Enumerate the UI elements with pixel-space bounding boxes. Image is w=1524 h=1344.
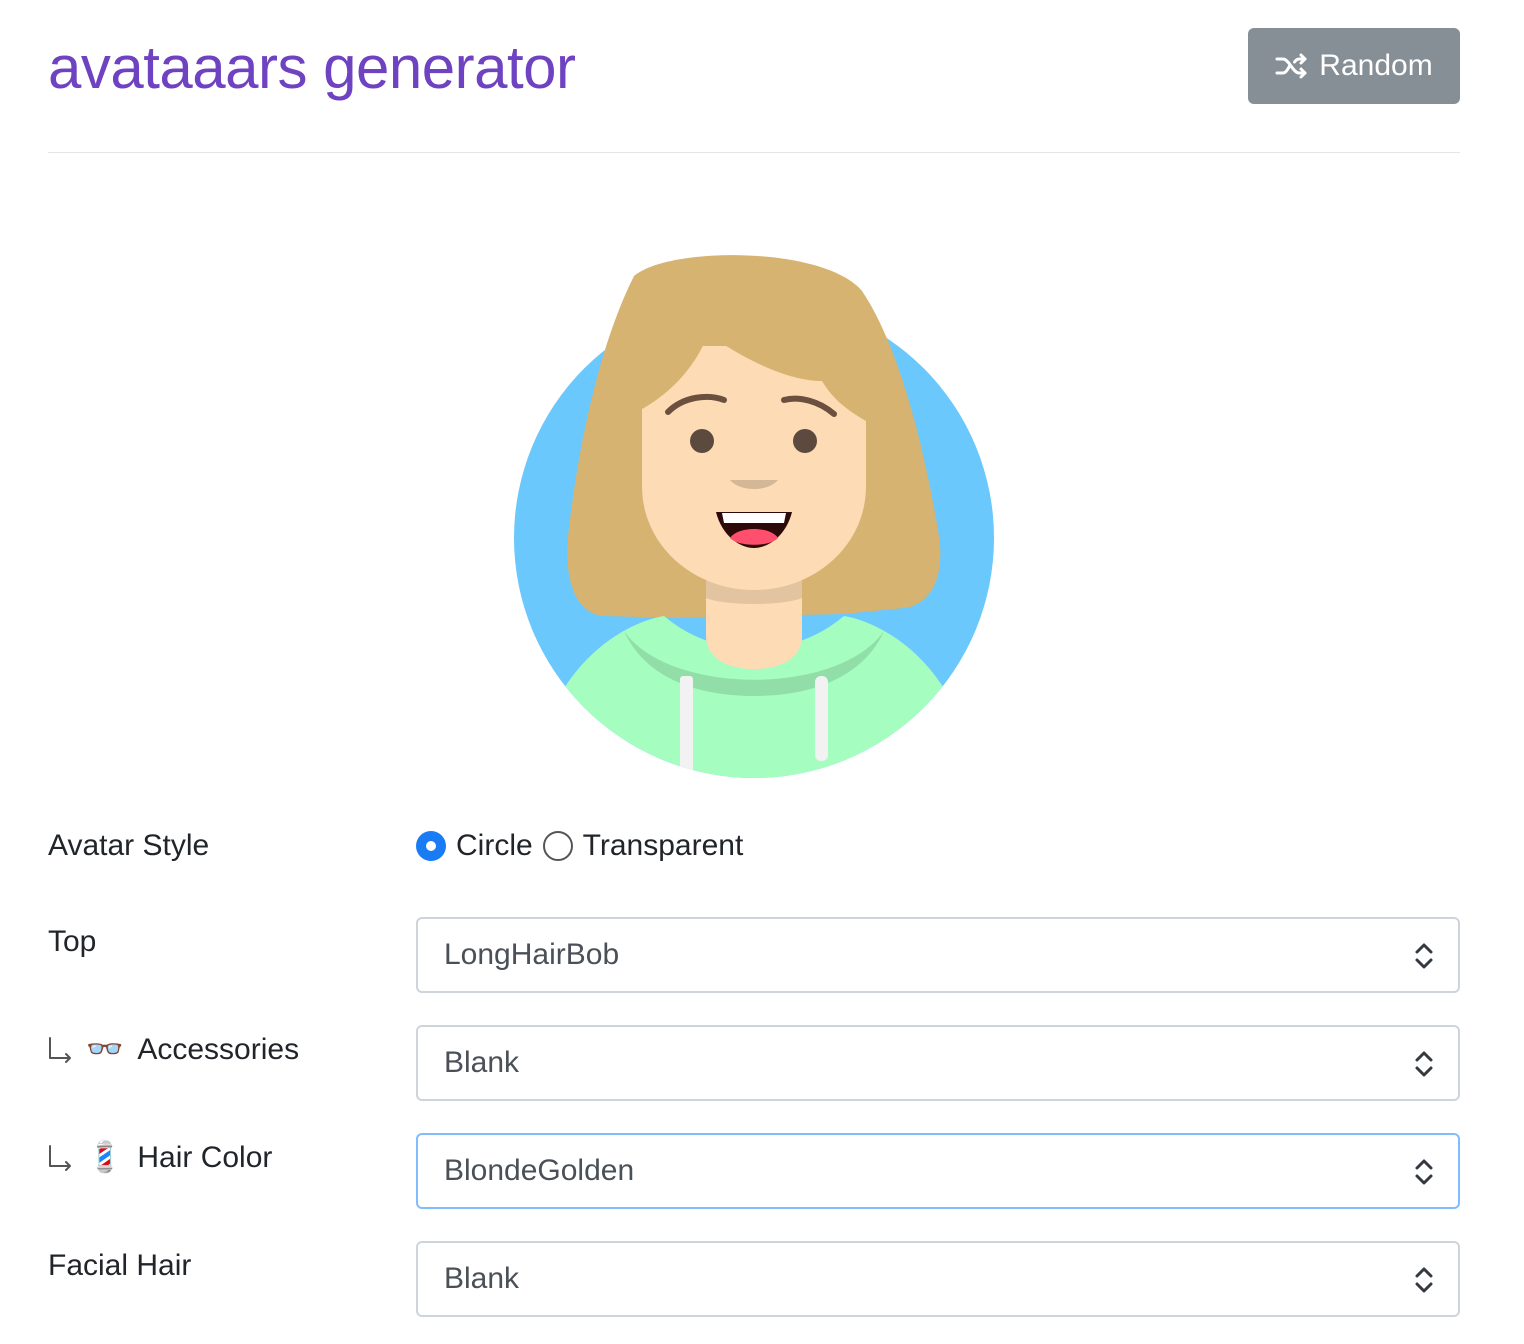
select-chevron-icon bbox=[1415, 943, 1433, 969]
radio-circle-indicator[interactable] bbox=[416, 831, 446, 861]
accessories-select-value: Blank bbox=[444, 1046, 520, 1079]
page-title: avataaars generator bbox=[48, 34, 576, 101]
accessories-label: 👓 Accessories bbox=[48, 1030, 299, 1070]
facial-hair-label-text: Facial Hair bbox=[48, 1249, 192, 1282]
radio-transparent-indicator[interactable] bbox=[542, 831, 573, 861]
radio-transparent[interactable]: Transparent bbox=[542, 829, 744, 863]
radio-circle-label: Circle bbox=[456, 829, 533, 862]
accessories-label-text: Accessories bbox=[137, 1033, 300, 1066]
shuffle-icon bbox=[1275, 53, 1307, 79]
radio-transparent-label: Transparent bbox=[582, 829, 744, 862]
top-select[interactable]: LongHairBob bbox=[416, 917, 1460, 993]
random-button[interactable]: Random bbox=[1248, 28, 1460, 104]
facial-hair-select[interactable]: Blank bbox=[416, 1241, 1460, 1317]
hair-color-select[interactable]: BlondeGolden bbox=[416, 1133, 1460, 1209]
avatar-preview bbox=[514, 255, 994, 778]
avatar-teeth bbox=[722, 513, 786, 523]
facial-hair-select-value: Blank bbox=[444, 1262, 520, 1295]
avatar-drawstring-left bbox=[680, 676, 693, 776]
hair-color-label-text: Hair Color bbox=[137, 1141, 273, 1174]
top-label-text: Top bbox=[48, 925, 97, 958]
facial-hair-label: Facial Hair bbox=[48, 1246, 191, 1286]
top-label: Top bbox=[48, 922, 96, 962]
avatar-style-radio-group: Circle Transparent bbox=[416, 826, 743, 866]
avatar-eye-right bbox=[793, 429, 817, 453]
sub-option-arrow-icon bbox=[49, 1145, 71, 1171]
avatar-style-label-text: Avatar Style bbox=[48, 829, 210, 862]
avatar-drawstring-right bbox=[815, 676, 828, 761]
header-divider bbox=[48, 152, 1460, 153]
barber-pole-icon: 💈 bbox=[86, 1141, 124, 1174]
hair-color-select-value: BlondeGolden bbox=[444, 1154, 635, 1187]
page-header: avataaars generator Random bbox=[48, 20, 1460, 116]
glasses-icon: 👓 bbox=[86, 1033, 124, 1066]
random-button-label: Random bbox=[1319, 49, 1433, 82]
radio-circle[interactable]: Circle bbox=[416, 829, 533, 863]
sub-option-arrow-icon bbox=[49, 1037, 71, 1063]
hair-color-label: 💈 Hair Color bbox=[48, 1138, 272, 1178]
accessories-select[interactable]: Blank bbox=[416, 1025, 1460, 1101]
avatar-eye-left bbox=[690, 429, 714, 453]
select-chevron-icon bbox=[1415, 1267, 1433, 1293]
top-select-value: LongHairBob bbox=[444, 938, 620, 971]
select-chevron-icon bbox=[1415, 1051, 1433, 1077]
select-chevron-icon bbox=[1415, 1159, 1433, 1185]
avatar-style-label: Avatar Style bbox=[48, 826, 209, 866]
